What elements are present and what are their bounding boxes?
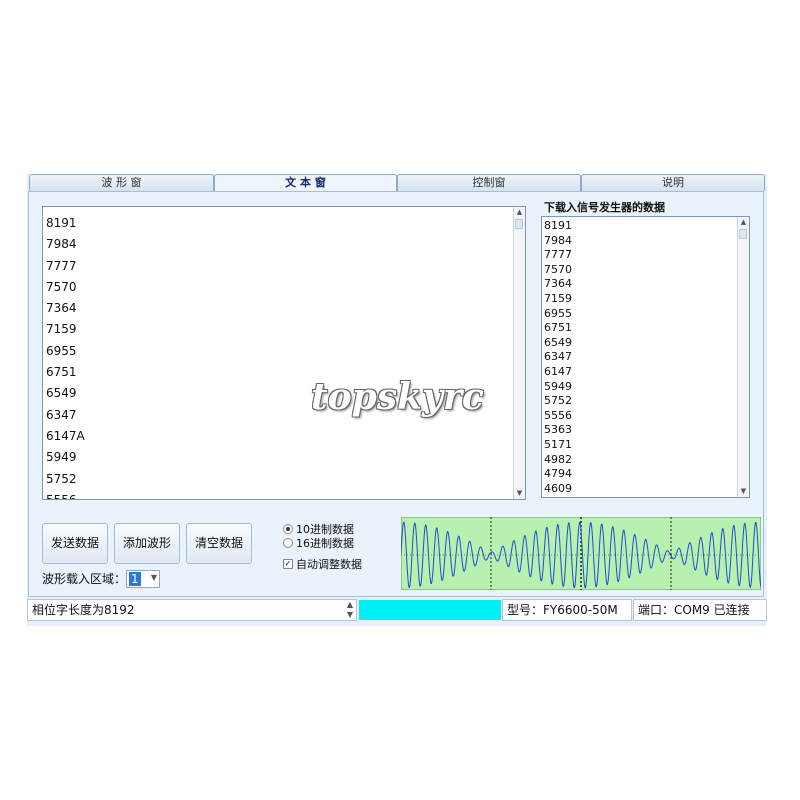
text-panel: 8191 7984 7777 7570 7364 7159 6955 6751 6549 6347… xyxy=(28,191,764,597)
chevron-down-icon: ▼ xyxy=(150,573,157,582)
text-line: 5949 xyxy=(46,450,77,465)
tab-waveform[interactable]: 波 形 窗 xyxy=(29,174,214,191)
port-field: 端口：COM9 已连接 xyxy=(633,599,767,621)
scroll-thumb[interactable] xyxy=(739,229,747,239)
list-item: 6147 xyxy=(544,364,572,378)
list-item: 6955 xyxy=(544,306,572,320)
text-line: 5556 xyxy=(46,492,77,500)
tab-help[interactable]: 说明 xyxy=(581,174,765,191)
region-select-value: 1 xyxy=(129,572,141,586)
text-line: 7570 xyxy=(46,279,77,294)
text-line: 7777 xyxy=(46,258,77,273)
list-item: 7159 xyxy=(544,291,572,305)
clear-data-button[interactable]: 清空数据 xyxy=(186,523,252,564)
download-scrollbar[interactable]: ▲ ▼ xyxy=(737,217,749,497)
list-item: 5752 xyxy=(544,394,572,408)
text-line: 5752 xyxy=(46,471,77,486)
list-item: 6347 xyxy=(544,350,572,364)
text-line: 7984 xyxy=(46,237,77,252)
auto-adjust-label: 自动调整数据 xyxy=(296,558,362,571)
region-select[interactable]: 1 ▼ xyxy=(126,570,160,588)
scroll-up-icon[interactable]: ▲ xyxy=(738,217,749,228)
radio-selected-icon xyxy=(283,524,293,534)
download-panel-title: 下载入信号发生器的数据 xyxy=(544,201,665,213)
decimal-radio[interactable]: 10进制数据 xyxy=(283,523,354,537)
text-line: 7159 xyxy=(46,322,77,337)
list-item: 5363 xyxy=(544,423,572,437)
list-item: 7570 xyxy=(544,262,572,276)
download-data-lines: 8191 7984 7777 7570 7364 7159 6955 6751 6549 6347… xyxy=(542,217,749,496)
download-data-list[interactable]: 8191 7984 7777 7570 7364 7159 6955 6751 6549 6347… xyxy=(541,216,750,498)
decimal-radio-label: 10进制数据 xyxy=(296,523,354,536)
auto-adjust-checkbox[interactable]: ✓ 自动调整数据 xyxy=(283,558,362,572)
list-item: 4794 xyxy=(544,467,572,481)
list-item: 5949 xyxy=(544,379,572,393)
scroll-down-icon[interactable]: ▼ xyxy=(514,488,525,499)
textarea-scrollbar[interactable]: ▲ ▼ xyxy=(513,207,525,499)
send-data-button[interactable]: 发送数据 xyxy=(42,523,108,564)
tab-control[interactable]: 控制窗 xyxy=(397,174,581,191)
status-bar: 相位字长度为8192 ▲ ▼ 型号：FY6600-50M 端口：COM9 已连接 xyxy=(27,599,767,621)
hex-radio-label: 16进制数据 xyxy=(296,537,354,550)
list-item: 7984 xyxy=(544,233,572,247)
list-item: 5556 xyxy=(544,408,572,422)
list-item: 7777 xyxy=(544,248,572,262)
text-line: 6955 xyxy=(46,343,77,358)
scroll-up-icon[interactable]: ▲ xyxy=(514,207,525,218)
list-item: 6549 xyxy=(544,335,572,349)
text-line: 8191 xyxy=(46,216,77,230)
list-item: 6751 xyxy=(544,321,572,335)
scroll-down-icon[interactable]: ▼ xyxy=(738,486,749,497)
spinner-icon[interactable]: ▲ ▼ xyxy=(347,600,353,620)
text-line: 6147A xyxy=(46,428,85,443)
phase-length-text: 相位字长度为8192 xyxy=(32,603,135,617)
hex-radio[interactable]: 16进制数据 xyxy=(283,537,354,551)
text-line: 7364 xyxy=(46,301,77,316)
wave-data-lines: 8191 7984 7777 7570 7364 7159 6955 6751 6549 6347… xyxy=(43,207,525,500)
region-label: 波形载入区域： xyxy=(42,572,127,586)
app-window: 波 形 窗 文 本 窗 控制窗 说明 8191 7984 7777 7570 7364 7… xyxy=(27,174,767,626)
list-item: 5171 xyxy=(544,437,572,451)
model-field: 型号：FY6600-50M xyxy=(502,599,632,621)
checkmark-icon: ✓ xyxy=(283,559,293,569)
scroll-thumb[interactable] xyxy=(515,219,523,229)
list-item: 4609 xyxy=(544,481,572,495)
list-item: 7364 xyxy=(544,277,572,291)
add-wave-button[interactable]: 添加波形 xyxy=(114,523,180,564)
watermark-text: topskyrc xyxy=(311,376,484,418)
status-indicator xyxy=(359,600,501,620)
phase-length-field[interactable]: 相位字长度为8192 ▲ ▼ xyxy=(27,599,357,621)
radio-unselected-icon xyxy=(283,538,293,548)
waveform-preview[interactable] xyxy=(401,517,761,590)
list-item: 8191 xyxy=(544,219,572,232)
list-item: 4982 xyxy=(544,452,572,466)
wave-data-textarea[interactable]: 8191 7984 7777 7570 7364 7159 6955 6751 6549 6347… xyxy=(42,206,526,500)
